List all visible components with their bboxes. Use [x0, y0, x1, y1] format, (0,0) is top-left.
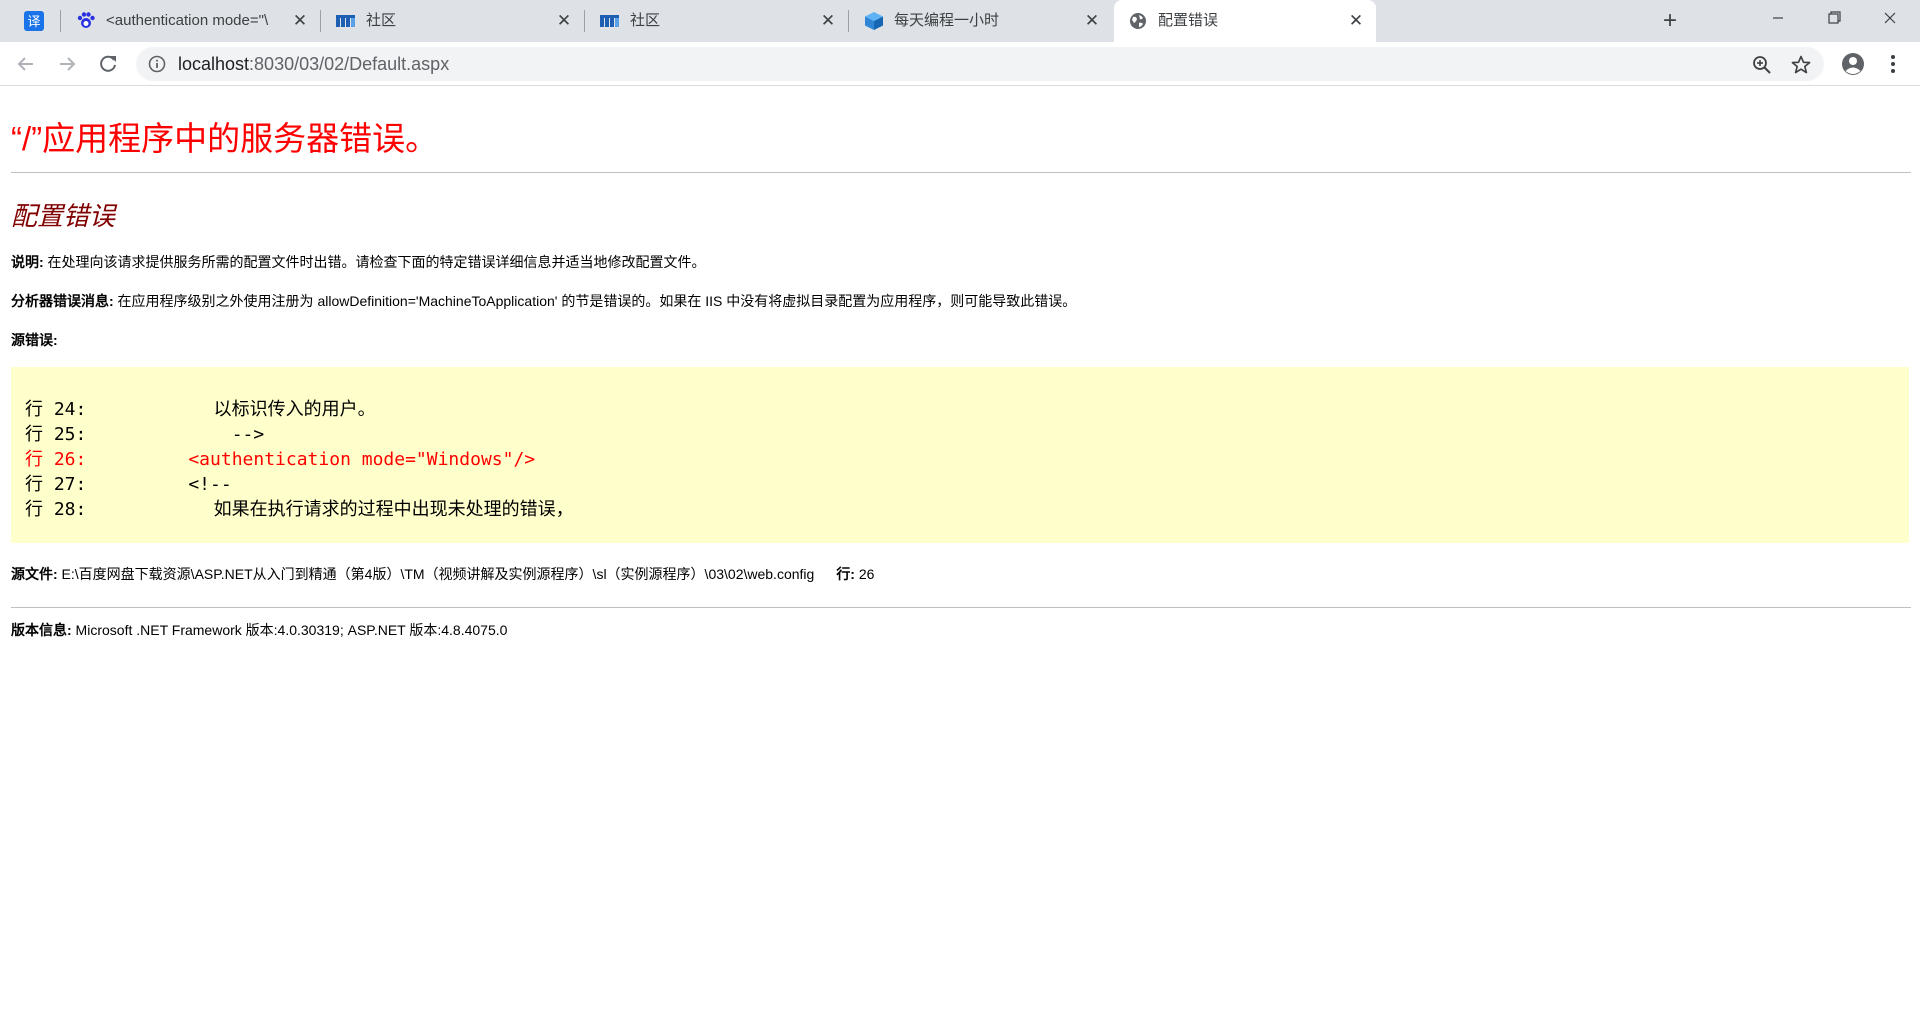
tab-close-icon[interactable]: ✕	[554, 11, 574, 31]
minimize-button[interactable]	[1750, 0, 1806, 36]
community-logo-icon	[336, 11, 356, 31]
code-line-num: 27:	[43, 474, 87, 495]
error-type-heading: 配置错误	[11, 201, 116, 231]
line-label: 行:	[836, 566, 855, 582]
code-line: 行 27: <!--	[25, 472, 574, 497]
code-line-prefix: 行	[25, 499, 43, 520]
reload-button[interactable]	[92, 48, 124, 80]
baidu-icon	[76, 11, 96, 31]
code-line-number: 行 24:	[25, 397, 145, 422]
tab-coding-hour[interactable]: 每天编程一小时 ✕	[850, 0, 1112, 42]
code-line: 行 25: -->	[25, 422, 574, 447]
menu-kebab-icon[interactable]	[1881, 52, 1905, 76]
version-info-line: 版本信息: Microsoft .NET Framework 版本:4.0.30…	[11, 620, 507, 640]
source-file-path: E:\百度网盘下载资源\ASP.NET从入门到精通（第4版）\TM（视频讲解及实…	[57, 566, 815, 582]
code-line-text: <authentication mode="Windows"/>	[145, 449, 536, 470]
code-line-text: <!--	[145, 474, 232, 495]
source-file-label: 源文件:	[11, 566, 58, 582]
browser-toolbar: localhost:8030/03/02/Default.aspx	[0, 42, 1920, 86]
new-tab-button[interactable]: +	[1657, 8, 1683, 34]
page-title: “/”应用程序中的服务器错误。	[11, 120, 439, 157]
code-line: 行 24: 以标识传入的用户。	[25, 397, 574, 422]
description-text: 在处理向该请求提供服务所需的配置文件时出错。请检查下面的特定错误详细信息并适当地…	[43, 254, 706, 270]
code-line-error: 行 26: <authentication mode="Windows"/>	[25, 447, 574, 472]
description-label: 说明:	[11, 254, 44, 270]
tab-title: 配置错误	[1158, 12, 1219, 29]
address-bar[interactable]: localhost:8030/03/02/Default.aspx	[136, 47, 1824, 81]
back-button[interactable]	[10, 48, 42, 80]
code-line-num: 28:	[43, 499, 87, 520]
code-line-text: 以标识传入的用户。	[145, 399, 376, 420]
tab-community-2[interactable]: 社区 ✕	[586, 0, 848, 42]
forward-button[interactable]	[51, 48, 83, 80]
tab-config-error[interactable]: 配置错误 ✕	[1114, 0, 1376, 42]
bookmark-star-icon[interactable]	[1791, 55, 1811, 75]
cube-icon	[864, 11, 884, 31]
code-line: 行 28: 如果在执行请求的过程中出现未处理的错误，	[25, 497, 574, 522]
info-icon[interactable]	[148, 55, 166, 73]
source-code: 行 24: 以标识传入的用户。行 25: --> 行 26: <authentic…	[25, 397, 574, 522]
code-line-num: 24:	[43, 399, 87, 420]
tab-separator	[320, 10, 321, 32]
code-line-number: 行 25:	[25, 422, 145, 447]
tab-title: 社区	[366, 12, 397, 29]
tab-separator	[584, 10, 585, 32]
translate-icon-text: 译	[27, 15, 40, 30]
code-line-text: 如果在执行请求的过程中出现未处理的错误，	[145, 499, 574, 520]
version-info-text: Microsoft .NET Framework 版本:4.0.30319; A…	[71, 622, 508, 638]
source-error-label: 源错误:	[11, 332, 58, 348]
tab-translate[interactable]: 译	[10, 0, 58, 42]
code-line-num: 26:	[43, 449, 87, 470]
code-line-number: 行 27:	[25, 472, 145, 497]
globe-icon	[1128, 11, 1148, 31]
tab-separator	[848, 10, 849, 32]
line-value: 26	[854, 566, 875, 582]
account-avatar-icon[interactable]	[1841, 52, 1865, 76]
code-line-prefix: 行	[25, 449, 43, 470]
tab-authentication[interactable]: <authentication mode="\ ✕	[62, 0, 320, 42]
url-host: localhost	[178, 54, 250, 74]
translate-icon: 译	[24, 11, 44, 31]
tab-close-icon[interactable]: ✕	[1082, 11, 1102, 31]
code-line-prefix: 行	[25, 399, 43, 420]
source-code-box: 行 24: 以标识传入的用户。行 25: --> 行 26: <authentic…	[11, 367, 1909, 543]
tab-title: 每天编程一小时	[894, 12, 1000, 29]
tab-close-icon[interactable]: ✕	[290, 11, 310, 31]
restore-button[interactable]	[1806, 0, 1862, 36]
code-line-number: 行 28:	[25, 497, 145, 522]
code-line-text: -->	[145, 424, 265, 445]
tab-community-1[interactable]: 社区 ✕	[322, 0, 584, 42]
close-window-button[interactable]	[1862, 0, 1918, 36]
code-line-number: 行 26:	[25, 447, 145, 472]
tab-separator	[60, 10, 61, 32]
version-info-label: 版本信息:	[11, 622, 72, 638]
url-path: :8030/03/02/Default.aspx	[249, 54, 450, 74]
source-file-line: 源文件: E:\百度网盘下载资源\ASP.NET从入门到精通（第4版）\TM（视…	[11, 564, 874, 584]
divider	[11, 172, 1911, 173]
tab-close-icon[interactable]: ✕	[818, 11, 838, 31]
parser-error-text: 在应用程序级别之外使用注册为 allowDefinition='MachineT…	[113, 293, 1077, 309]
source-error-line: 源错误:	[11, 330, 58, 350]
parser-error-line: 分析器错误消息: 在应用程序级别之外使用注册为 allowDefinition=…	[11, 291, 1076, 311]
parser-error-label: 分析器错误消息:	[11, 293, 114, 309]
tab-close-icon[interactable]: ✕	[1346, 11, 1366, 31]
tab-strip: 译 <authentication mode="\ ✕ 社区 ✕ 社区 ✕ 每天…	[0, 0, 1920, 42]
divider	[11, 607, 1911, 608]
tab-title: <authentication mode="\	[106, 12, 269, 29]
code-line-prefix: 行	[25, 424, 43, 445]
page-content: “/”应用程序中的服务器错误。 配置错误 说明: 在处理向该请求提供服务所需的配…	[0, 87, 1920, 1030]
community-logo-icon	[600, 11, 620, 31]
code-line-num: 25:	[43, 424, 87, 445]
zoom-icon[interactable]	[1752, 55, 1772, 75]
description-line: 说明: 在处理向该请求提供服务所需的配置文件时出错。请检查下面的特定错误详细信息…	[11, 252, 706, 272]
url-text[interactable]: localhost:8030/03/02/Default.aspx	[178, 47, 449, 81]
tab-title: 社区	[630, 12, 661, 29]
code-line-prefix: 行	[25, 474, 43, 495]
